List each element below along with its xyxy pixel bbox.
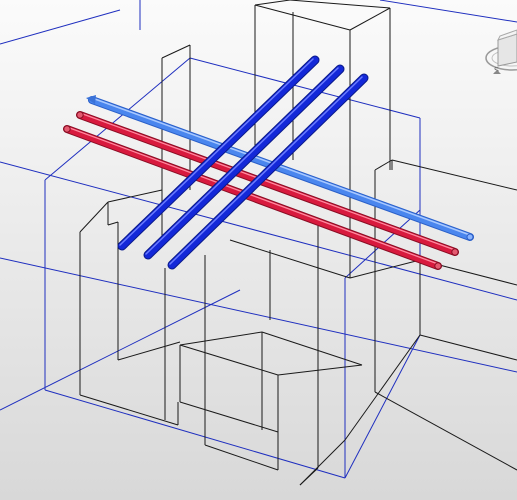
model-canvas: S bbox=[0, 0, 517, 500]
3d-viewport[interactable]: S bbox=[0, 0, 517, 500]
